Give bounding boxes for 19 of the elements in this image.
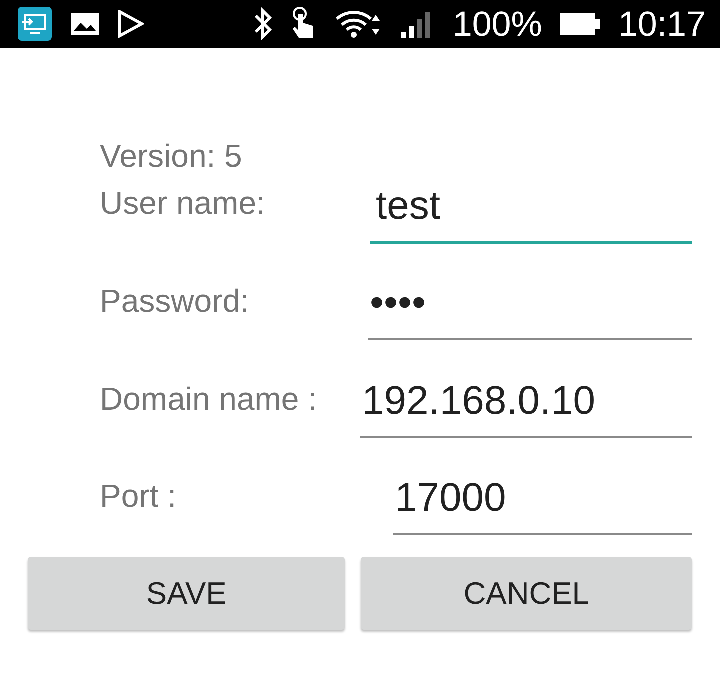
bluetooth-icon [252,7,273,41]
version-label: Version: 5 [100,137,244,176]
save-button[interactable]: SAVE [28,557,346,630]
image-icon [70,12,100,36]
input-field[interactable]: •••• [368,281,692,340]
clock-time: 10:17 [618,6,706,42]
cancel-button[interactable]: CANCEL [361,557,692,630]
input-field[interactable]: 17000 [393,476,692,535]
battery-percent: 100% [452,6,542,42]
app-icon [18,7,52,41]
input-field[interactable]: test [370,184,692,244]
field-label: Port : [100,478,178,516]
input-field[interactable]: 192.168.0.10 [360,379,692,438]
field-label: Domain name : [100,381,318,419]
play-store-icon [118,10,144,38]
field-label: Password: [100,283,250,321]
battery-icon [560,13,600,35]
field-label: User name: [100,185,266,223]
wifi-icon [334,9,383,39]
